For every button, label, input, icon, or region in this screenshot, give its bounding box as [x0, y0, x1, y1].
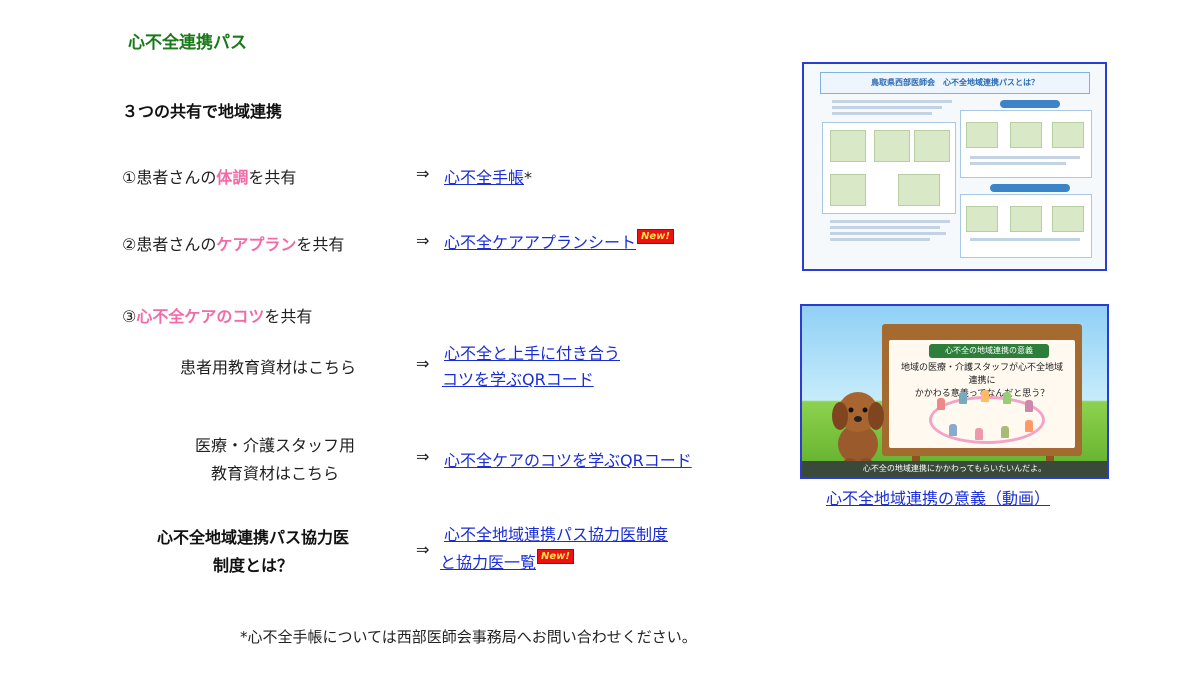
share-item-prefix: ②患者さんの	[122, 235, 217, 254]
cooperating-doctor-link-group: 心不全地域連携パス協力医制度 と協力医一覧 New!	[440, 521, 668, 577]
share-item-highlight: ケアプラン	[216, 235, 297, 254]
video-caption: 心不全の地域連携にかかわってもらいたいんだよ。	[802, 461, 1107, 477]
cooperating-doctor-label: 心不全地域連携パス協力医 制度とは？	[128, 524, 378, 580]
share-item-prefix: ③	[122, 307, 137, 326]
signboard: 心不全の地域連携の意義 地域の医療・介護スタッフが心不全地域連携に かかわる意義…	[882, 324, 1082, 456]
leaflet-heading: 鳥取県西部医師会 心不全地域連携パスとは？	[820, 72, 1090, 94]
arrow-icon: ⇒	[416, 447, 430, 466]
patient-material-label: 患者用教育資材はこちら	[180, 358, 357, 377]
board-title: 心不全の地域連携の意義	[929, 344, 1049, 358]
arrow-icon: ⇒	[416, 164, 430, 183]
cooperating-doctor-label-line2: 制度とは？	[212, 556, 293, 575]
share-item-highlight: 心不全ケアのコツ	[136, 307, 265, 326]
cooperating-doctor-system-link-line2[interactable]: と協力医一覧	[440, 553, 536, 572]
video-thumbnail[interactable]: 心不全の地域連携の意義 地域の医療・介護スタッフが心不全地域連携に かかわる意義…	[800, 304, 1109, 479]
cooperating-doctor-system-link-line1[interactable]: 心不全地域連携パス協力医制度	[444, 525, 668, 544]
share-item-careplan: ②患者さんのケアプランを共有	[122, 231, 344, 255]
staff-material-label: 医療・介護スタッフ用 教育資材はこちら	[170, 432, 380, 488]
new-badge: New!	[637, 229, 674, 244]
asterisk-note: *	[524, 168, 533, 187]
leaflet-thumbnail[interactable]: 鳥取県西部医師会 心不全地域連携パスとは？	[802, 62, 1107, 271]
share-item-suffix: を共有	[264, 307, 313, 326]
share-item-suffix: を共有	[296, 235, 345, 254]
share-item-suffix: を共有	[248, 168, 297, 187]
heart-failure-notebook-link[interactable]: 心不全手帳	[444, 168, 524, 187]
arrow-icon: ⇒	[416, 354, 430, 373]
link-group: 心不全手帳*	[444, 164, 532, 188]
board-text-line1: 地域の医療・介護スタッフが心不全地域連携に	[900, 363, 1063, 386]
page-title: 心不全連携パス	[128, 33, 247, 53]
section-subtitle: ３つの共有で地域連携	[122, 102, 283, 121]
video-link[interactable]: 心不全地域連携の意義（動画）	[826, 489, 1050, 508]
careplan-sheet-link[interactable]: 心不全ケアアプランシート	[444, 233, 636, 252]
link-group: 心不全ケアのコツを学ぶQRコード	[444, 447, 692, 471]
share-item-condition: ①患者さんの体調を共有	[122, 164, 296, 188]
staff-qr-link[interactable]: 心不全ケアのコツを学ぶQRコード	[444, 451, 692, 470]
arrow-icon: ⇒	[416, 231, 430, 250]
share-item-care-tips: ③心不全ケアのコツを共有	[122, 303, 312, 327]
patient-qr-link-line2[interactable]: コツを学ぶQRコード	[442, 370, 594, 389]
cooperating-doctor-label-line1: 心不全地域連携パス協力医	[156, 528, 349, 547]
patient-qr-link-group: 心不全と上手に付き合う コツを学ぶQRコード	[442, 341, 620, 393]
arrow-icon: ⇒	[416, 540, 430, 559]
staff-material-label-line2: 教育資材はこちら	[210, 464, 339, 483]
share-item-prefix: ①患者さんの	[122, 168, 217, 187]
footnote: *心不全手帳については西部医師会事務局へお問い合わせください。	[240, 628, 697, 646]
patient-qr-link-line1[interactable]: 心不全と上手に付き合う	[444, 344, 620, 363]
new-badge: New!	[537, 549, 574, 564]
share-item-highlight: 体調	[216, 168, 249, 187]
video-link-group: 心不全地域連携の意義（動画）	[826, 485, 1050, 509]
dog-character-icon	[832, 392, 884, 466]
staff-material-label-line1: 医療・介護スタッフ用	[194, 436, 355, 455]
link-group: 心不全ケアアプランシート New!	[444, 229, 674, 253]
